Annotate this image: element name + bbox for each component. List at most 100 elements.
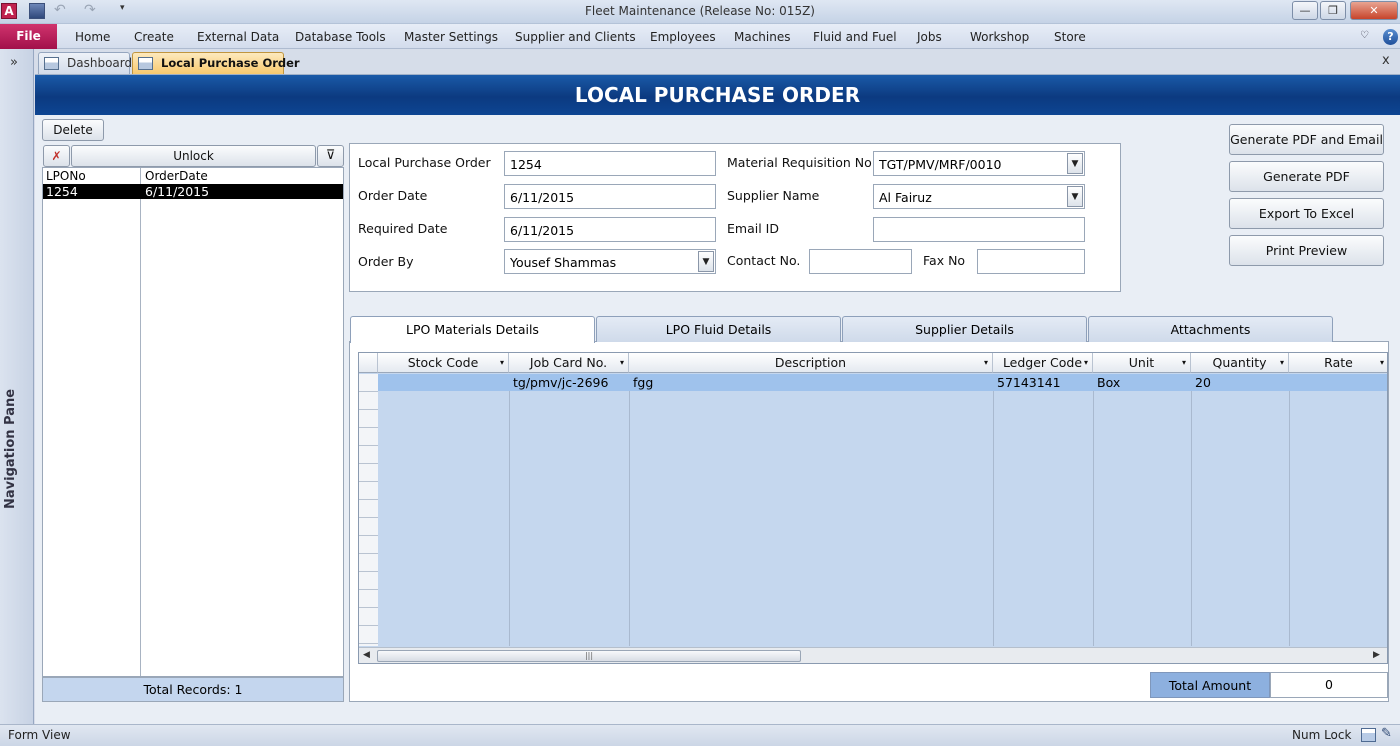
ribbon-tab-jobs[interactable]: Jobs [917,30,942,44]
col-job-card-label: Job Card No. [529,355,608,370]
col-quantity[interactable]: Quantity ▾ [1191,353,1289,373]
scroll-right-icon[interactable]: ▶ [1373,650,1380,660]
ribbon-tab-create[interactable]: Create [134,30,174,44]
cell-description[interactable]: fgg [630,374,993,391]
cell-rate[interactable] [1290,374,1387,391]
scroll-left-icon[interactable]: ◀ [363,650,370,660]
mrn-combo[interactable]: TGT/PMV/MRF/0010 [873,151,1085,176]
delete-button[interactable]: Delete [42,119,104,141]
horizontal-scrollbar[interactable]: ◀ ||| ▶ [359,647,1387,663]
email-field[interactable] [873,217,1085,242]
unlock-button[interactable]: Unlock [71,145,316,167]
minimize-button[interactable]: — [1292,1,1318,20]
fax-field[interactable] [977,249,1085,274]
column-divider [509,374,510,646]
mrn-dropdown-icon[interactable]: ▼ [1067,153,1083,174]
order-by-dropdown-icon[interactable]: ▼ [698,251,714,272]
ribbon-tab-external-data[interactable]: External Data [197,30,279,44]
sort-arrow-icon[interactable]: ▾ [1182,353,1186,372]
supplier-label: Supplier Name [727,188,820,203]
supplier-combo[interactable]: Al Fairuz [873,184,1085,209]
column-divider [140,168,141,676]
help-icon[interactable]: ? [1383,29,1398,45]
column-divider [629,374,630,646]
ribbon-tab-master-settings[interactable]: Master Settings [404,30,498,44]
generate-pdf-button[interactable]: Generate PDF [1229,161,1384,192]
col-ledger-code[interactable]: Ledger Code ▾ [993,353,1093,373]
title-bar: A ↶ ↷ ▾ Fleet Maintenance (Release No: 0… [0,0,1400,24]
sort-arrow-icon[interactable]: ▾ [1084,353,1088,372]
materials-grid[interactable]: Stock Code ▾ Job Card No. ▾ Description ▾ L… [358,352,1388,664]
lpo-field[interactable]: 1254 [504,151,716,176]
design-view-icon[interactable]: ✎ [1381,726,1392,741]
column-divider [1289,374,1290,646]
scroll-thumb[interactable]: ||| [377,650,801,662]
lpo-list[interactable]: LPONo OrderDate 1254 6/11/2015 [42,167,344,677]
col-description[interactable]: Description ▾ [629,353,993,373]
filter-icon[interactable]: ⊽ [317,145,344,167]
col-rate-label: Rate [1324,355,1353,370]
restore-button[interactable]: ❐ [1320,1,1346,20]
sort-arrow-icon[interactable]: ▾ [1280,353,1284,372]
cell-unit[interactable]: Box [1094,374,1191,391]
cell-quantity[interactable]: 20 [1192,374,1289,391]
supplier-dropdown-icon[interactable]: ▼ [1067,186,1083,207]
cell-ledger-code[interactable]: 57143141 [994,374,1093,391]
clear-filter-icon[interactable]: ✗ [43,145,70,167]
contact-label: Contact No. [727,253,801,268]
status-bar: Form View Num Lock ✎ [0,724,1400,746]
ribbon-tab-workshop[interactable]: Workshop [970,30,1029,44]
record-selectors[interactable] [359,374,378,646]
fax-label: Fax No [923,253,966,268]
column-divider [1191,374,1192,646]
sort-arrow-icon[interactable]: ▾ [984,353,988,372]
sort-arrow-icon[interactable]: ▾ [500,353,504,372]
export-excel-button[interactable]: Export To Excel [1229,198,1384,229]
ribbon-tab-machines[interactable]: Machines [734,30,790,44]
navigation-pane-label: Navigation Pane [3,388,18,509]
doc-tab-local-purchase-order[interactable]: Local Purchase Order [132,52,300,74]
window-title: Fleet Maintenance (Release No: 015Z) [585,4,815,18]
sort-arrow-icon[interactable]: ▾ [1380,353,1384,372]
contact-field[interactable] [809,249,912,274]
minimize-ribbon-icon[interactable]: ♡ [1360,30,1369,41]
ribbon-tab-home[interactable]: Home [75,30,110,44]
close-window-button[interactable]: ✕ [1350,1,1398,20]
cell-stock-code[interactable] [378,374,509,391]
lpo-label: Local Purchase Order [358,155,491,170]
required-date-field[interactable]: 6/11/2015 [504,217,716,242]
generate-pdf-email-button[interactable]: Generate PDF and Email [1229,124,1384,155]
cell-job-card[interactable]: tg/pmv/jc-2696 [510,374,629,391]
tab-attachments[interactable]: Attachments [1088,316,1333,342]
print-preview-button[interactable]: Print Preview [1229,235,1384,266]
sort-arrow-icon[interactable]: ▾ [620,353,624,372]
col-unit[interactable]: Unit ▾ [1093,353,1191,373]
file-tab[interactable]: File [0,24,57,49]
ribbon-tab-database-tools[interactable]: Database Tools [295,30,386,44]
tab-lpo-fluid[interactable]: LPO Fluid Details [596,316,841,342]
doc-tab-dashboard[interactable]: Dashboard [38,52,132,74]
tab-lpo-materials[interactable]: LPO Materials Details [350,316,595,343]
col-stock-code[interactable]: Stock Code ▾ [378,353,509,373]
order-date-field[interactable]: 6/11/2015 [504,184,716,209]
col-rate[interactable]: Rate ▾ [1289,353,1387,373]
column-divider [993,374,994,646]
list-item[interactable]: 1254 6/11/2015 [43,184,343,199]
total-amount-field[interactable]: 0 [1270,672,1388,698]
col-quantity-label: Quantity [1212,355,1267,370]
form-view-icon[interactable] [1361,728,1376,742]
col-job-card[interactable]: Job Card No. ▾ [509,353,629,373]
select-all-corner[interactable] [359,353,378,373]
navigation-pane[interactable]: » Navigation Pane [0,49,34,724]
ribbon-tab-supplier-and-clients[interactable]: Supplier and Clients [515,30,636,44]
ribbon-tab-employees[interactable]: Employees [650,30,716,44]
tab-supplier-details[interactable]: Supplier Details [842,316,1087,342]
view-status: Form View [8,728,71,742]
close-document-icon[interactable]: x [1382,53,1390,68]
order-by-combo[interactable]: Yousef Shammas [504,249,716,274]
expand-nav-icon[interactable]: » [10,55,18,70]
form-icon [138,57,153,70]
numlock-status: Num Lock [1292,728,1352,742]
ribbon-tab-store[interactable]: Store [1054,30,1086,44]
ribbon-tab-fluid-and-fuel[interactable]: Fluid and Fuel [813,30,897,44]
